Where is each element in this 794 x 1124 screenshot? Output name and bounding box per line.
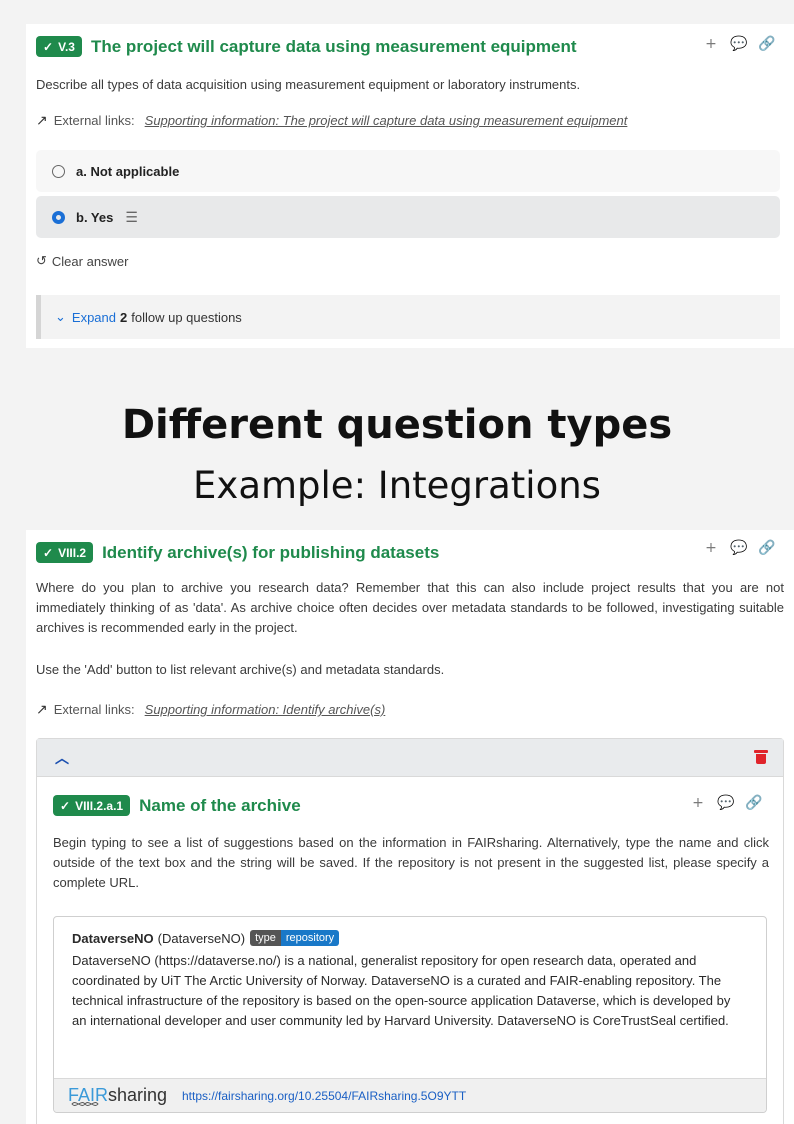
repository-name: DataverseNO xyxy=(72,930,154,946)
link-icon[interactable]: 🔗 xyxy=(745,795,763,811)
add-icon[interactable]: + xyxy=(702,540,720,556)
list-icon: ☰ xyxy=(125,208,138,225)
add-icon[interactable]: + xyxy=(689,795,707,811)
question-number-badge: ✓ V.3 xyxy=(36,36,82,57)
external-links: ↗ External links: Supporting information… xyxy=(36,701,386,717)
infinity-icon xyxy=(71,1101,99,1106)
external-link-icon: ↗ xyxy=(36,701,48,717)
question-title: The project will capture data using meas… xyxy=(90,36,577,56)
check-icon: ✓ xyxy=(43,39,54,54)
link-icon[interactable]: 🔗 xyxy=(758,36,776,52)
question-header: ✓ V.3 The project will capture data usin… xyxy=(36,36,577,57)
selected-integration-card[interactable]: DataverseNO (DataverseNO) type repositor… xyxy=(53,916,767,1113)
supporting-information-link[interactable]: Supporting information: The project will… xyxy=(145,113,628,128)
comments-icon[interactable]: 💬 xyxy=(730,540,748,556)
comments-icon[interactable]: 💬 xyxy=(717,795,735,811)
item-toolbar: ︿ xyxy=(37,739,783,777)
supporting-information-link[interactable]: Supporting information: Identify archive… xyxy=(145,702,386,717)
chevron-up-icon[interactable]: ︿ xyxy=(55,748,69,768)
comments-icon[interactable]: 💬 xyxy=(730,36,748,52)
option-yes[interactable]: b. Yes ☰ xyxy=(36,196,780,238)
external-link-icon: ↗ xyxy=(36,112,48,128)
slide-subtitle: Example: Integrations xyxy=(193,464,601,507)
question-actions: + 💬 🔗 xyxy=(702,36,776,52)
question-actions: + 💬 🔗 xyxy=(702,540,776,556)
slide-title: Different question types xyxy=(121,402,673,448)
chevron-down-icon: ⌄ xyxy=(55,309,66,324)
radio-unchecked-icon[interactable] xyxy=(52,164,65,178)
clear-answer-button[interactable]: ↺ Clear answer xyxy=(36,253,129,269)
radio-checked-icon[interactable] xyxy=(52,210,65,224)
add-icon[interactable]: + xyxy=(702,36,720,52)
sub-question-actions: + 💬 🔗 xyxy=(689,795,763,811)
trash-icon[interactable] xyxy=(754,750,768,764)
question-panel-viii2: ✓ VIII.2 Identify archive(s) for publish… xyxy=(26,530,794,1124)
undo-icon: ↺ xyxy=(36,253,47,268)
external-links: ↗ External links: Supporting information… xyxy=(36,112,628,128)
question-header: ✓ VIII.2 Identify archive(s) for publish… xyxy=(36,542,439,563)
question-number-badge: ✓ VIII.2 xyxy=(36,542,94,563)
check-icon: ✓ xyxy=(43,545,54,560)
fairsharing-link[interactable]: https://fairsharing.org/10.25504/FAIRsha… xyxy=(182,1089,466,1103)
sub-question-title: Name of the archive xyxy=(139,795,301,815)
question-description: Where do you plan to archive you researc… xyxy=(36,580,784,635)
expand-follow-up-button[interactable]: ⌄ Expand 2 follow up questions xyxy=(36,295,780,339)
check-icon: ✓ xyxy=(60,798,71,813)
link-icon[interactable]: 🔗 xyxy=(758,540,776,556)
question-description: Describe all types of data acquisition u… xyxy=(36,77,581,92)
list-item: ︿ ✓ VIII.2.a.1 Name of the archive + 💬 🔗… xyxy=(36,738,784,1124)
repository-abbrev: (DataverseNO) xyxy=(157,930,246,946)
card-footer: FAIRsharing https://fairsharing.org/10.2… xyxy=(54,1078,766,1112)
sub-question-header: ✓ VIII.2.a.1 Name of the archive xyxy=(53,795,301,816)
type-badge: type repository xyxy=(250,930,340,946)
repository-description: DataverseNO (https://dataverse.no/) is a… xyxy=(72,953,731,1028)
question-description-2: Use the 'Add' button to list relevant ar… xyxy=(36,662,445,677)
sub-question-description: Begin typing to see a list of suggestion… xyxy=(53,835,769,890)
sub-question-number-badge: ✓ VIII.2.a.1 xyxy=(53,795,131,816)
question-title: Identify archive(s) for publishing datas… xyxy=(102,542,440,562)
option-not-applicable[interactable]: a. Not applicable xyxy=(36,150,780,192)
fairsharing-logo: FAIRsharing xyxy=(68,1082,176,1110)
question-panel-v3: ✓ V.3 The project will capture data usin… xyxy=(26,24,794,348)
